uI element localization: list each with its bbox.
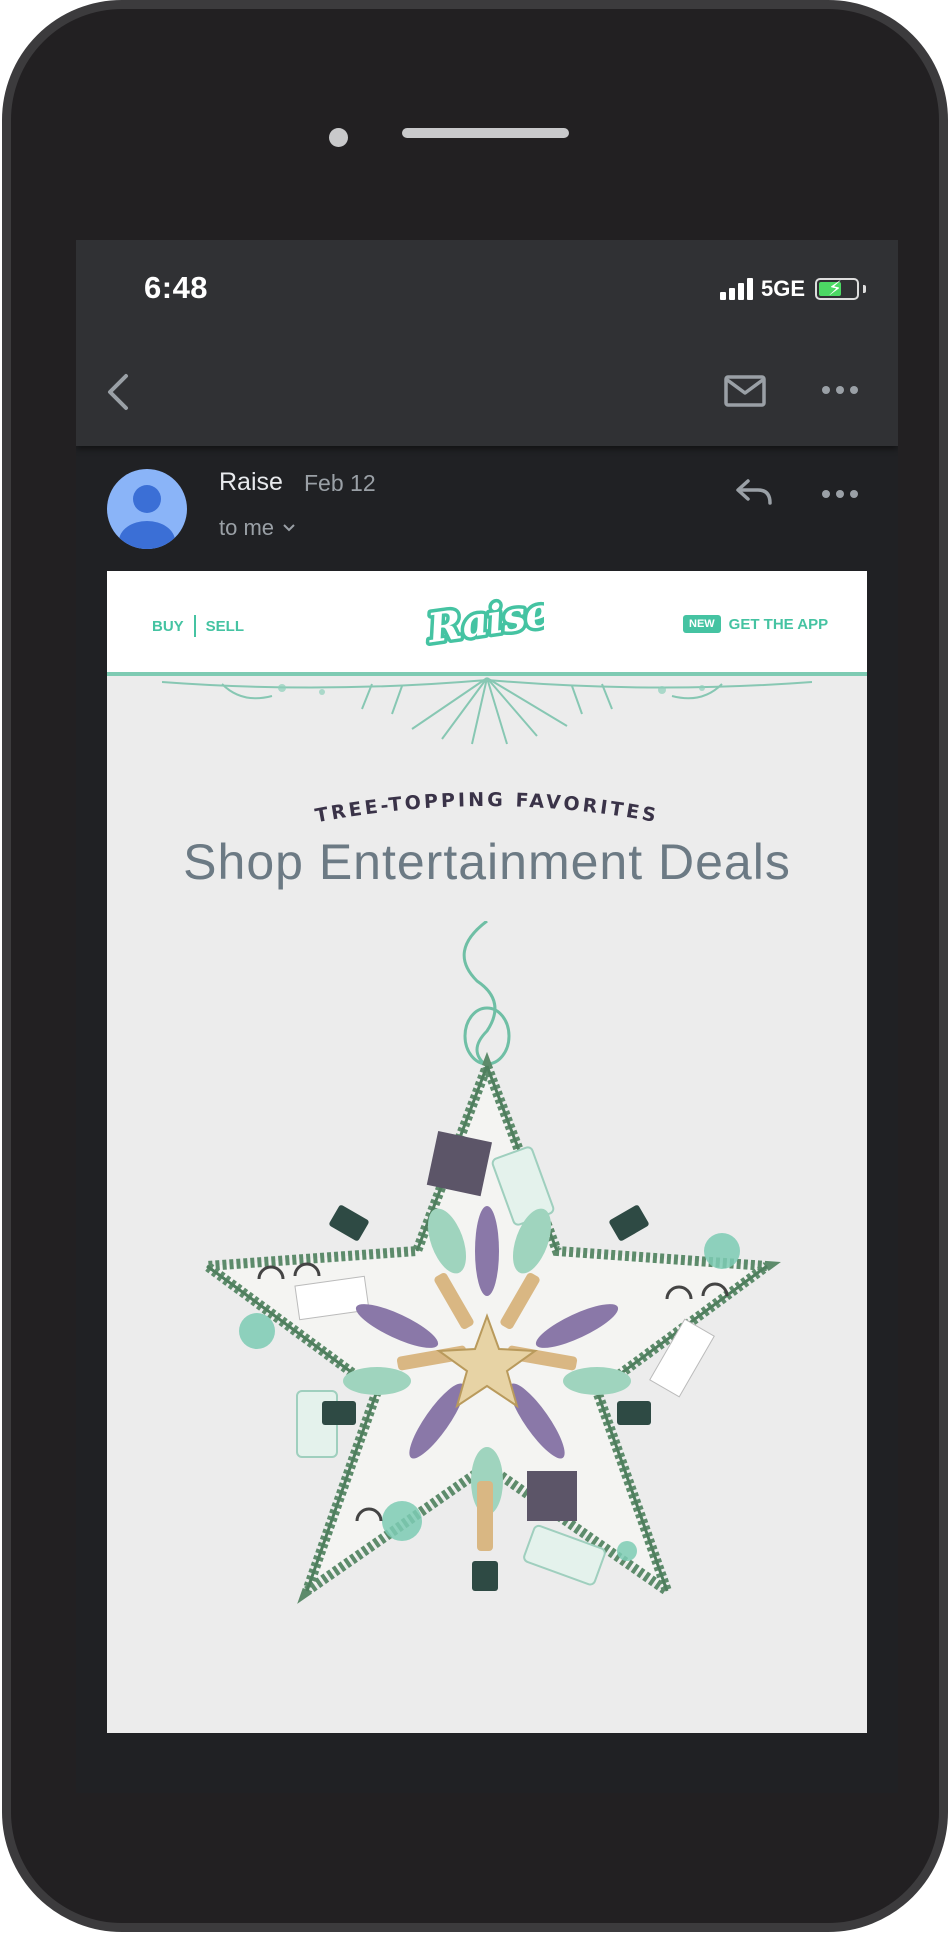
new-badge: NEW [683,615,721,633]
phone-screen: 6:48 5GE ⚡ Raise Feb 12 to me BUY SELL R… [76,240,898,1793]
get-app-label: GET THE APP [728,615,829,633]
cellular-signal-icon [719,278,753,300]
person-icon [119,485,175,549]
star-ornament-image[interactable] [147,921,827,1721]
network-type: 5GE [760,276,805,301]
buy-sell-nav: BUY SELL [152,615,244,637]
recipient-label: to me [219,515,275,540]
buy-link[interactable]: BUY [152,618,184,635]
charging-bolt-icon: ⚡ [828,278,843,300]
mark-unread-button[interactable] [723,373,767,409]
more-horizontal-icon [822,490,858,498]
battery-tip [863,285,866,293]
email-header: BUY SELL Raise Raise NEW GET THE APP [107,571,867,676]
status-time: 6:48 [144,270,209,305]
raise-logo[interactable]: Raise Raise [420,585,558,656]
more-options-button[interactable] [820,380,860,400]
earpiece-speaker [402,128,569,138]
back-button[interactable] [98,368,138,416]
svg-text:TREE-TOPPING FAVORITES: TREE-TOPPING FAVORITES [313,789,660,827]
eyebrow-title: TREE-TOPPING FAVORITES [313,789,660,827]
email-content: BUY SELL Raise Raise NEW GET THE APP TRE… [107,571,867,1733]
front-camera [329,128,348,147]
phone-frame: 6:48 5GE ⚡ Raise Feb 12 to me BUY SELL R… [2,0,948,1932]
email-headline[interactable]: Shop Entertainment Deals [107,833,867,891]
status-indicators: 5GE ⚡ [719,276,866,302]
chevron-down-icon [283,524,295,532]
reply-button[interactable] [734,477,774,509]
logo-text: Raise [424,593,544,651]
sender-name[interactable]: Raise [219,468,283,497]
reply-icon [736,479,772,505]
more-horizontal-icon [822,386,858,394]
recipient-toggle[interactable]: to me [219,515,296,541]
get-app-link[interactable]: NEW GET THE APP [683,615,828,633]
chevron-left-icon [108,374,128,410]
eyebrow-text: TREE-TOPPING FAVORITES [313,789,657,827]
battery-icon: ⚡ [815,278,859,300]
message-date: Feb 12 [304,470,376,496]
sender-avatar[interactable] [107,469,187,549]
app-bar: 6:48 5GE ⚡ [76,240,898,446]
envelope-icon [724,375,766,407]
pine-garland-illustration [162,677,812,745]
message-more-button[interactable] [820,484,860,504]
nav-divider [193,615,196,637]
sell-link[interactable]: SELL [206,618,244,635]
